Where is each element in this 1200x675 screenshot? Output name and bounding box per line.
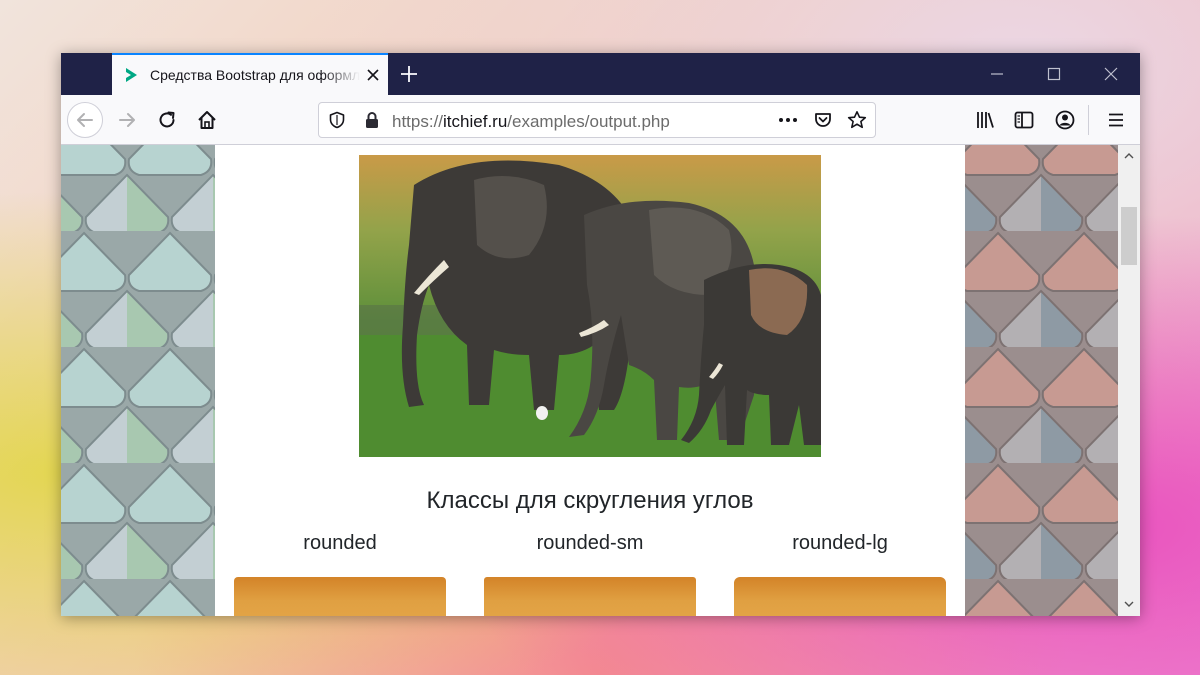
background-scales-left — [61, 145, 215, 616]
background-scales-right — [965, 145, 1118, 616]
shield-icon[interactable] — [328, 111, 346, 129]
active-tab[interactable]: Средства Bootstrap для оформления изобра… — [112, 53, 388, 95]
elephants-photo — [359, 155, 821, 457]
chevron-down-icon[interactable] — [1122, 597, 1136, 611]
forward-button[interactable] — [111, 104, 143, 136]
tab-title: Средства Bootstrap для оформления изобра… — [150, 67, 360, 83]
plus-icon[interactable] — [399, 64, 419, 84]
sample-image-rounded — [234, 577, 446, 616]
pocket-icon[interactable] — [813, 110, 833, 130]
close-icon[interactable] — [364, 66, 382, 84]
library-icon[interactable] — [974, 109, 996, 131]
reload-button[interactable] — [151, 104, 183, 136]
toolbar-divider — [1088, 105, 1089, 135]
page-viewport: Классы для скругления углов rounded roun… — [61, 145, 1118, 616]
back-arrow-icon — [77, 113, 93, 127]
star-icon[interactable] — [847, 110, 867, 130]
minimize-icon[interactable] — [987, 64, 1007, 84]
home-icon — [198, 111, 216, 129]
close-icon[interactable] — [1101, 64, 1121, 84]
column-label-rounded: rounded — [303, 532, 377, 554]
menu-icon[interactable] — [1105, 109, 1127, 131]
sample-image-rounded-sm — [484, 577, 696, 616]
browser-window: Средства Bootstrap для оформления изобра… — [61, 53, 1140, 616]
section-title: Классы для скругления углов — [426, 487, 754, 514]
tab-bar: Средства Bootstrap для оформления изобра… — [61, 53, 1140, 95]
home-button[interactable] — [191, 104, 223, 136]
sidebar-icon[interactable] — [1013, 109, 1035, 131]
chevron-up-icon[interactable] — [1122, 149, 1136, 163]
favicon-icon — [126, 68, 137, 82]
url-prefix: https:// — [392, 112, 444, 131]
lock-icon[interactable] — [363, 111, 381, 129]
scrollbar-thumb[interactable] — [1121, 207, 1137, 265]
navigation-toolbar: https://itchief.ru/examples/output.php — [61, 95, 1140, 145]
address-bar[interactable]: https://itchief.ru/examples/output.php — [318, 102, 876, 138]
more-icon[interactable] — [777, 111, 799, 129]
page-container: Классы для скругления углов rounded roun… — [215, 145, 965, 616]
url-text[interactable]: https://itchief.ru/examples/output.php — [392, 112, 670, 132]
account-icon[interactable] — [1054, 109, 1076, 131]
sample-image-rounded-lg — [734, 577, 946, 616]
vertical-scrollbar[interactable] — [1118, 145, 1140, 616]
url-path: /examples/output.php — [507, 112, 670, 131]
forward-arrow-icon — [119, 113, 135, 127]
column-label-rounded-sm: rounded-sm — [536, 532, 644, 554]
maximize-icon[interactable] — [1044, 64, 1064, 84]
back-button[interactable] — [67, 102, 103, 138]
column-label-rounded-lg: rounded-lg — [792, 532, 888, 554]
reload-icon — [159, 111, 175, 128]
url-host: itchief.ru — [443, 112, 508, 131]
